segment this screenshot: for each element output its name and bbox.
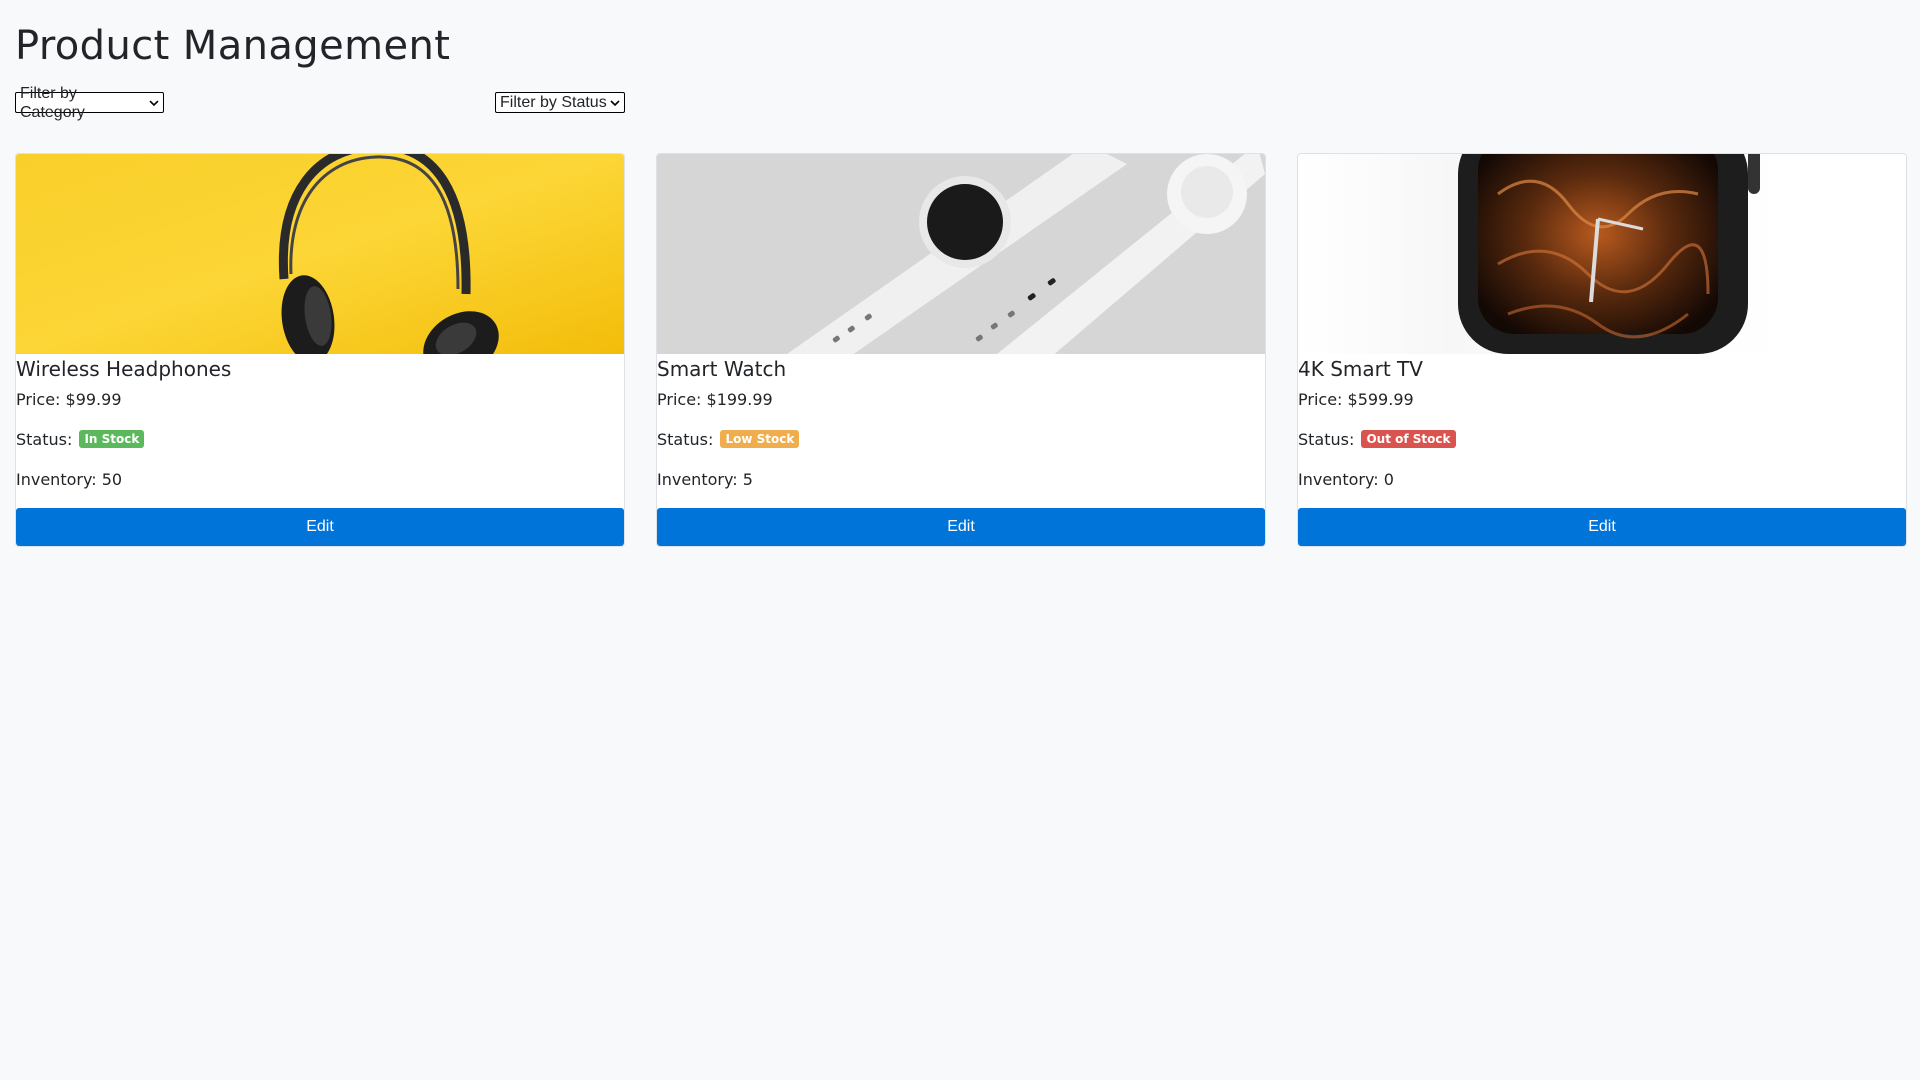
- product-grid: Wireless Headphones Price: $99.99 Status…: [15, 153, 1907, 547]
- product-inventory: Inventory: 0: [1298, 470, 1394, 489]
- product-card: Smart Watch Price: $199.99 Status: Low S…: [656, 153, 1266, 547]
- page: Product Management Filter by Category Fi…: [0, 0, 1920, 547]
- product-name: Wireless Headphones: [16, 357, 232, 381]
- product-card: 4K Smart TV Price: $599.99 Status: Out o…: [1297, 153, 1907, 547]
- inventory-value: 50: [101, 470, 123, 489]
- edit-button[interactable]: Edit: [657, 508, 1265, 546]
- product-image-smartwatch-closeup: [1298, 154, 1906, 354]
- page-title: Product Management: [15, 23, 451, 69]
- product-name: Smart Watch: [657, 357, 787, 381]
- price-value: $599.99: [1347, 390, 1414, 409]
- status-filter-select[interactable]: Filter by Status: [495, 92, 625, 113]
- filters-bar: Filter by Category Filter by Status: [15, 85, 625, 121]
- product-price: Price: $599.99: [1298, 390, 1414, 409]
- status-badge: Low Stock: [720, 430, 800, 448]
- product-image-headphones: [16, 154, 624, 354]
- product-name: 4K Smart TV: [1298, 357, 1423, 381]
- product-inventory: Inventory: 5: [657, 470, 753, 489]
- category-filter-select[interactable]: Filter by Category: [15, 85, 164, 121]
- inventory-value: 0: [1383, 470, 1394, 489]
- product-status: Status: Out of Stock: [1298, 428, 1456, 452]
- product-price: Price: $99.99: [16, 390, 122, 409]
- status-badge: In Stock: [79, 430, 145, 448]
- product-inventory: Inventory: 50: [16, 470, 123, 489]
- product-image-smart-watch: [657, 154, 1265, 354]
- price-value: $199.99: [706, 390, 773, 409]
- status-filter-value: Filter by Status: [500, 94, 607, 111]
- chevron-down-icon: [610, 99, 620, 106]
- product-status: Status: In Stock: [16, 428, 145, 452]
- category-filter-value: Filter by Category: [20, 84, 85, 121]
- price-value: $99.99: [65, 390, 122, 409]
- product-status: Status: Low Stock: [657, 428, 800, 452]
- edit-button[interactable]: Edit: [16, 508, 624, 546]
- product-card: Wireless Headphones Price: $99.99 Status…: [15, 153, 625, 547]
- status-badge: Out of Stock: [1361, 430, 1456, 448]
- inventory-value: 5: [742, 470, 753, 489]
- chevron-down-icon: [149, 99, 159, 106]
- product-price: Price: $199.99: [657, 390, 773, 409]
- edit-button[interactable]: Edit: [1298, 508, 1906, 546]
